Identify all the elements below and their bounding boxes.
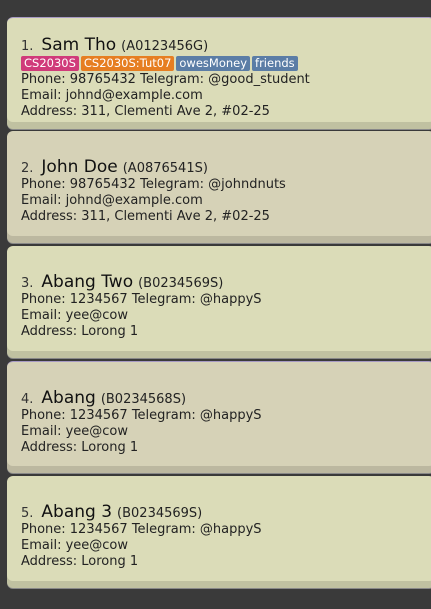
person-address: Address: Lorong 1	[21, 554, 139, 569]
person-address: Address: 311, Clementi Ave 2, #02-25	[21, 209, 270, 224]
contact-line: Phone: 98765432 Telegram: @good_student	[21, 72, 431, 88]
person-title-row: 1. Sam Tho (A0123456G)	[21, 18, 431, 55]
person-index: 4.	[21, 392, 34, 407]
person-name: Abang 3	[41, 502, 113, 522]
person-email: Email: johnd@example.com	[21, 88, 203, 103]
person-phone: Phone: 1234567	[21, 522, 128, 537]
person-name: Abang	[41, 388, 96, 408]
person-name: John Doe	[41, 157, 118, 177]
person-name: Abang Two	[41, 272, 134, 292]
person-address: Address: Lorong 1	[21, 440, 139, 455]
person-email: Email: yee@cow	[21, 424, 129, 439]
person-title-row: 2. John Doe (A0876541S)	[21, 131, 431, 177]
person-title-row: 5. Abang 3 (B0234569S)	[21, 476, 431, 522]
person-list[interactable]: 1. Sam Tho (A0123456G) CS2030S CS2030S:T…	[0, 0, 431, 609]
person-title-row: 3. Abang Two (B0234569S)	[21, 246, 431, 292]
person-matric: (A0876541S)	[122, 161, 208, 176]
tag-list: CS2030S CS2030S:Tut07 owesMoney friends	[21, 56, 431, 72]
contact-line: Phone: 98765432 Telegram: @johndnuts	[21, 177, 431, 193]
tag-friends: friends	[252, 56, 298, 71]
person-matric: (A0123456G)	[121, 39, 209, 54]
person-phone: Phone: 1234567	[21, 292, 128, 307]
person-phone: Phone: 98765432	[21, 72, 136, 87]
person-title-row: 4. Abang (B0234568S)	[21, 362, 431, 408]
tag-owesmoney: owesMoney	[176, 56, 251, 71]
person-index: 3.	[21, 276, 34, 291]
person-card[interactable]: 1. Sam Tho (A0123456G) CS2030S CS2030S:T…	[7, 17, 431, 129]
person-phone: Phone: 1234567	[21, 408, 128, 423]
person-telegram: Telegram: @happyS	[131, 522, 262, 537]
person-card[interactable]: 3. Abang Two (B0234569S) Phone: 1234567 …	[7, 246, 431, 358]
person-telegram: Telegram: @good_student	[140, 72, 310, 87]
person-telegram: Telegram: @johndnuts	[140, 177, 286, 192]
person-card[interactable]: 5. Abang 3 (B0234569S) Phone: 1234567 Te…	[7, 476, 431, 588]
person-card[interactable]: 2. John Doe (A0876541S) Phone: 98765432 …	[7, 131, 431, 243]
person-email: Email: yee@cow	[21, 308, 129, 323]
person-index: 2.	[21, 161, 34, 176]
person-email: Email: johnd@example.com	[21, 193, 203, 208]
person-address: Address: Lorong 1	[21, 324, 139, 339]
person-matric: (B0234569S)	[138, 276, 224, 291]
tag-cs2030s: CS2030S	[21, 56, 79, 71]
person-address: Address: 311, Clementi Ave 2, #02-25	[21, 104, 270, 119]
person-phone: Phone: 98765432	[21, 177, 136, 192]
contact-line: Phone: 1234567 Telegram: @happyS	[21, 408, 431, 424]
tag-cs2030s-tut07: CS2030S:Tut07	[80, 56, 175, 71]
person-email: Email: yee@cow	[21, 538, 129, 553]
contact-line: Phone: 1234567 Telegram: @happyS	[21, 292, 431, 308]
contact-line: Phone: 1234567 Telegram: @happyS	[21, 522, 431, 538]
person-index: 1.	[21, 39, 34, 54]
person-name: Sam Tho	[41, 35, 117, 55]
person-matric: (B0234568S)	[100, 392, 187, 407]
person-telegram: Telegram: @happyS	[131, 292, 262, 307]
person-card[interactable]: 4. Abang (B0234568S) Phone: 1234567 Tele…	[7, 361, 431, 473]
person-index: 5.	[21, 506, 34, 521]
person-telegram: Telegram: @happyS	[131, 408, 262, 423]
person-matric: (B0234569S)	[117, 506, 203, 521]
